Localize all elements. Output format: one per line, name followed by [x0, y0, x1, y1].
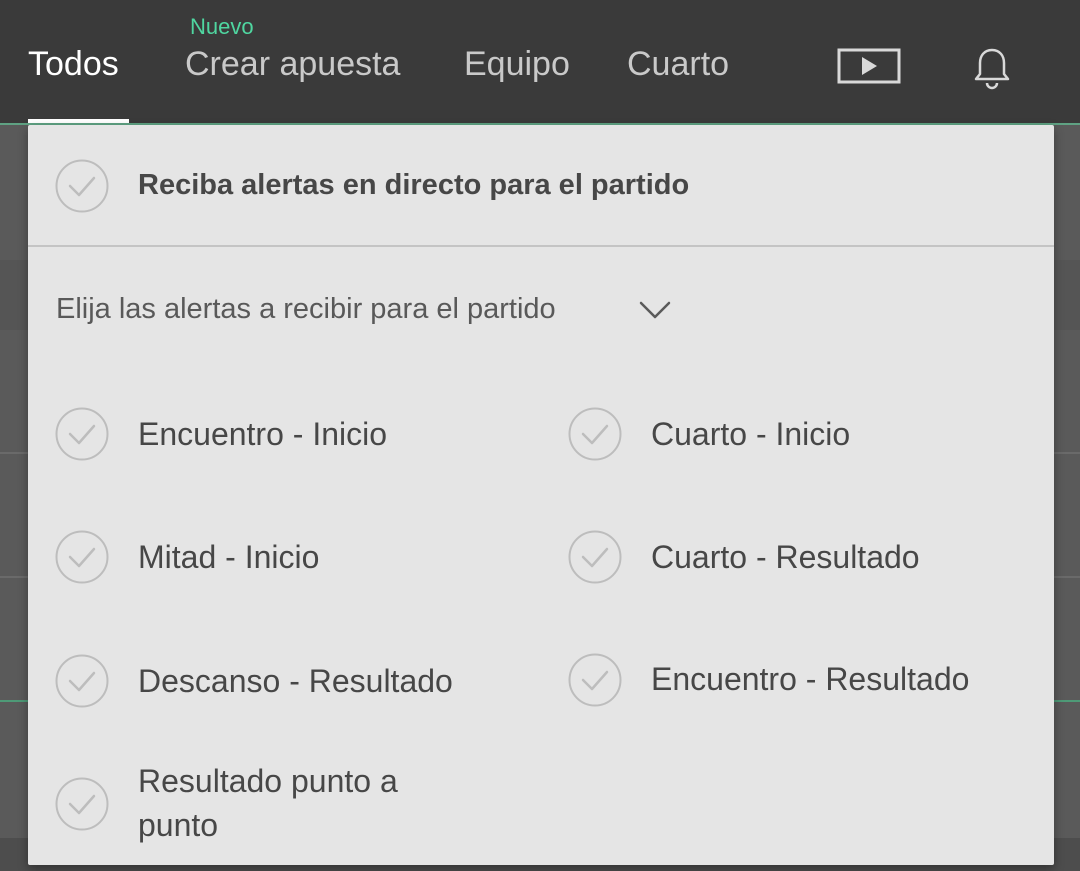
- encuentro-resultado-check-icon[interactable]: [568, 653, 622, 707]
- cuarto-inicio-check-icon[interactable]: [568, 407, 622, 461]
- option-resultado-punto-a-punto[interactable]: Resultado punto a punto: [138, 759, 478, 847]
- mitad-inicio-check-icon[interactable]: [55, 530, 109, 584]
- option-cuarto-resultado[interactable]: Cuarto - Resultado: [651, 535, 920, 579]
- encuentro-inicio-check-icon[interactable]: [55, 407, 109, 461]
- option-mitad-inicio[interactable]: Mitad - Inicio: [138, 535, 319, 579]
- top-nav-bar: Todos Nuevo Crear apuesta Equipo Cuarto: [0, 0, 1080, 123]
- video-play-icon[interactable]: [837, 48, 901, 84]
- resultado-punto-a-punto-check-icon[interactable]: [55, 777, 109, 831]
- alert-section-header[interactable]: Elija las alertas a recibir para el part…: [56, 289, 556, 329]
- cuarto-resultado-check-icon[interactable]: [568, 530, 622, 584]
- tab-crear-apuesta[interactable]: Crear apuesta: [185, 40, 400, 88]
- panel-divider: [28, 245, 1054, 247]
- option-cuarto-inicio[interactable]: Cuarto - Inicio: [651, 412, 850, 456]
- descanso-resultado-check-icon[interactable]: [55, 654, 109, 708]
- main-alert-toggle-label[interactable]: Reciba alertas en directo para el partid…: [138, 165, 689, 205]
- bell-icon[interactable]: [972, 46, 1012, 90]
- tab-equipo[interactable]: Equipo: [464, 40, 570, 88]
- tab-todos[interactable]: Todos: [28, 40, 119, 88]
- option-descanso-resultado[interactable]: Descanso - Resultado: [138, 659, 453, 703]
- new-badge: Nuevo: [190, 14, 254, 39]
- chevron-down-icon[interactable]: [638, 299, 672, 321]
- tab-cuarto[interactable]: Cuarto: [627, 40, 729, 88]
- option-encuentro-inicio[interactable]: Encuentro - Inicio: [138, 412, 387, 456]
- option-encuentro-resultado[interactable]: Encuentro - Resultado: [651, 657, 969, 701]
- alerts-dropdown-panel: Reciba alertas en directo para el partid…: [28, 125, 1054, 865]
- main-alert-check-icon[interactable]: [55, 159, 109, 213]
